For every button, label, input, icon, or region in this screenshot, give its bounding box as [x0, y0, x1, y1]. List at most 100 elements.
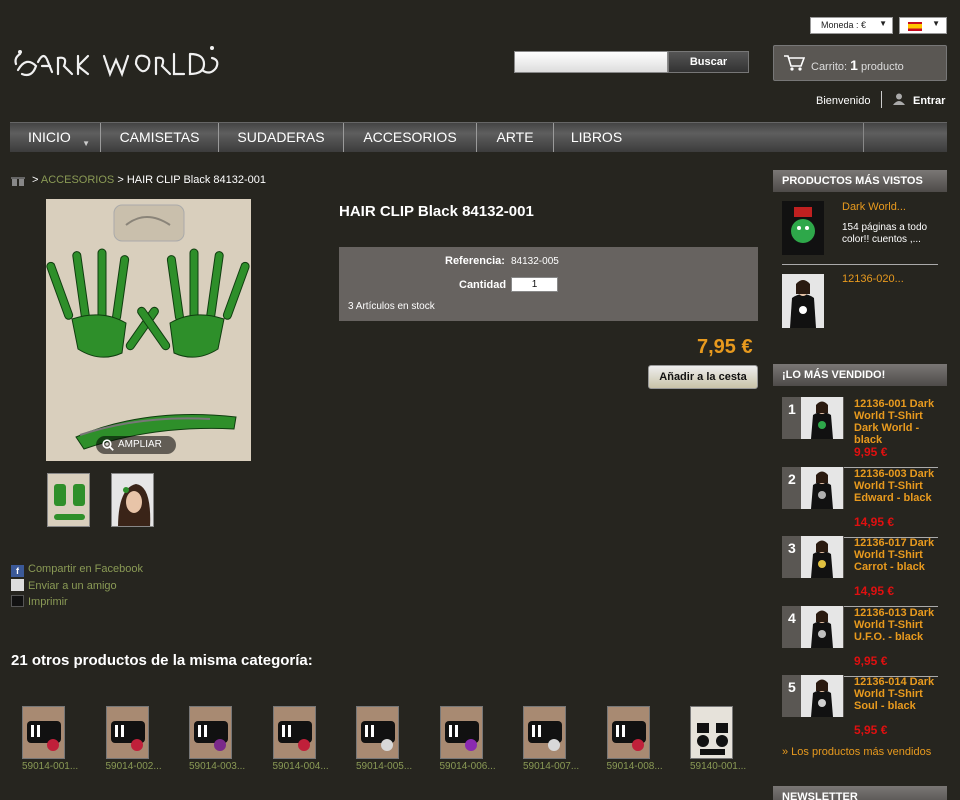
welcome-text: Bienvenido [816, 95, 871, 107]
divider [881, 91, 882, 108]
currency-select[interactable]: Moneda : € ▼ [810, 17, 893, 34]
nav-divider [863, 123, 864, 152]
bestsellers-header: ¡LO MÁS VENDIDO! [773, 364, 947, 386]
bestseller-rank: 4 [788, 609, 796, 626]
search-button[interactable]: Buscar [668, 51, 749, 73]
nav-item-camisetas[interactable]: CAMISETAS [101, 123, 219, 152]
print-label: Imprimir [28, 596, 68, 608]
envelope-icon [11, 579, 24, 591]
most-viewed-image[interactable] [782, 274, 824, 328]
product-thumbnail[interactable] [47, 473, 90, 527]
related-product-image[interactable] [690, 706, 733, 759]
related-product-name[interactable]: 59014-002... [106, 761, 168, 772]
bestseller-name[interactable]: 12136-003 Dark World T-Shirt Edward - bl… [854, 468, 944, 504]
bestseller-price: 9,95 € [854, 445, 888, 459]
send-to-friend-label: Enviar a un amigo [28, 580, 117, 592]
bestseller-image[interactable] [801, 536, 843, 578]
related-product-item[interactable]: 59014-007... [523, 706, 585, 772]
bestseller-image[interactable] [801, 397, 843, 439]
spain-flag-icon [908, 22, 922, 31]
share-facebook-link[interactable]: f Compartir en Facebook [11, 563, 143, 577]
cart-icon [784, 55, 805, 71]
language-select[interactable]: ▼ [899, 17, 947, 34]
related-product-image[interactable] [439, 706, 483, 759]
product-title: HAIR CLIP Black 84132-001 [339, 203, 534, 220]
breadcrumb-category[interactable]: ACCESORIOS [41, 174, 114, 186]
related-product-name[interactable]: 59014-001... [22, 761, 84, 772]
bestseller-price: 9,95 € [854, 653, 888, 668]
related-product-image[interactable] [22, 706, 65, 759]
related-product-image[interactable] [523, 706, 566, 759]
home-icon[interactable] [11, 175, 25, 186]
related-product-name[interactable]: 59014-006... [440, 761, 502, 772]
zoom-label: AMPLIAR [118, 439, 162, 450]
bestseller-image[interactable] [801, 605, 843, 648]
cart-label: Carrito: [811, 61, 848, 73]
related-product-item[interactable]: 59014-006... [439, 706, 502, 772]
related-product-name[interactable]: 59014-005... [356, 761, 418, 772]
main-nav: INICIO ▼ CAMISETAS SUDADERAS ACCESORIOS … [10, 122, 947, 152]
add-to-cart-button[interactable]: Añadir a la cesta [648, 365, 758, 389]
related-product-image[interactable] [272, 706, 316, 759]
nav-item-sudaderas[interactable]: SUDADERAS [219, 123, 344, 152]
dark-world-logo[interactable] [12, 40, 224, 88]
most-viewed-desc: 154 páginas a todo color!! cuentos ,... [842, 222, 928, 245]
bestseller-price: 14,95 € [854, 584, 895, 598]
zoom-button[interactable]: AMPLIAR [96, 436, 176, 454]
bestseller-name[interactable]: 12136-017 Dark World T-Shirt Carrot - bl… [854, 537, 944, 573]
reference-label: Referencia: [445, 255, 505, 267]
related-product-image[interactable] [189, 706, 232, 759]
currency-label: Moneda : € [821, 20, 867, 30]
reference-value: 84132-005 [511, 256, 559, 267]
most-viewed-image[interactable] [782, 201, 824, 255]
related-product-item[interactable]: 59014-008... [606, 706, 669, 772]
related-product-name[interactable]: 59014-004... [273, 761, 335, 772]
related-product-image[interactable] [105, 706, 149, 759]
nav-item-arte[interactable]: ARTE [477, 123, 554, 152]
print-link[interactable]: Imprimir [11, 595, 68, 608]
quantity-label: Cantidad [459, 279, 507, 291]
related-product-name[interactable]: 59014-007... [523, 761, 585, 772]
bestseller-rank: 5 [788, 679, 796, 695]
related-product-image[interactable] [356, 706, 399, 759]
breadcrumb-separator: > [32, 174, 39, 186]
related-product-item[interactable]: 59140-001... [690, 706, 752, 772]
related-product-item[interactable]: 59014-003... [189, 706, 251, 772]
magnifier-icon [102, 439, 114, 451]
bestseller-rank-box: 5 [782, 675, 844, 717]
related-product-item[interactable]: 59014-002... [105, 706, 168, 772]
bestseller-rank: 1 [788, 401, 796, 417]
related-product-name[interactable]: 59014-008... [607, 761, 669, 772]
breadcrumb-separator: > [117, 174, 124, 186]
bestseller-name[interactable]: 12136-014 Dark World T-Shirt Soul - blac… [854, 676, 944, 712]
most-viewed-name[interactable]: 12136-020... [842, 273, 904, 285]
product-thumbnail[interactable] [111, 473, 154, 527]
more-bestsellers-link[interactable]: » Los productos más vendidos [782, 746, 931, 758]
nav-item-label: INICIO [28, 129, 71, 145]
login-link[interactable]: Entrar [913, 95, 945, 107]
related-product-item[interactable]: 59014-004... [272, 706, 335, 772]
quantity-input[interactable]: 1 [511, 277, 558, 292]
related-product-name[interactable]: 59140-001... [690, 761, 752, 772]
cart-summary[interactable]: Carrito: 1 producto [773, 45, 947, 81]
search-input[interactable] [514, 51, 668, 73]
cart-count: 1 [850, 57, 858, 73]
bestseller-image[interactable] [801, 675, 843, 717]
product-main-image[interactable] [46, 199, 251, 461]
nav-item-inicio[interactable]: INICIO ▼ [10, 123, 101, 152]
nav-item-accesorios[interactable]: ACCESORIOS [344, 123, 477, 152]
product-price: 7,95 € [697, 336, 753, 358]
related-product-name[interactable]: 59014-003... [189, 761, 251, 772]
bestseller-image[interactable] [801, 466, 843, 509]
most-viewed-name[interactable]: Dark World... [842, 201, 906, 213]
bestseller-name[interactable]: 12136-013 Dark World T-Shirt U.F.O. - bl… [854, 607, 944, 643]
related-product-item[interactable]: 59014-005... [356, 706, 418, 772]
cart-unit: producto [860, 61, 904, 73]
bestseller-rank-box: 4 [782, 605, 844, 648]
send-to-friend-link[interactable]: Enviar a un amigo [11, 579, 117, 592]
bestseller-price: 14,95 € [854, 514, 895, 529]
related-product-image[interactable] [606, 706, 650, 759]
bestseller-name[interactable]: 12136-001 Dark World T-Shirt Dark World … [854, 398, 944, 446]
related-product-item[interactable]: 59014-001... [22, 706, 84, 772]
nav-item-libros[interactable]: LIBROS [554, 123, 639, 152]
